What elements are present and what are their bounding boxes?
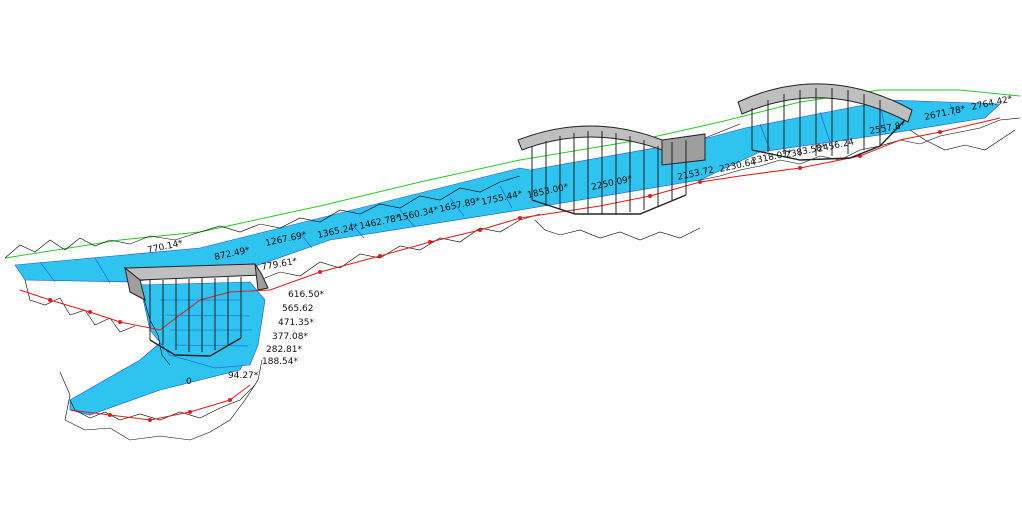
- river-3d-plot: 616.50* 565.62 471.35* 377.08* 282.81* 188.54…: [4, 83, 1021, 441]
- station-label: 616.50*: [288, 290, 324, 300]
- station-label: 377.08*: [272, 332, 308, 342]
- station-label: 94.27*: [228, 371, 259, 381]
- water-surface: [14, 99, 1001, 283]
- station-label: 0: [186, 377, 192, 387]
- river-model-view: 616.50* 565.62 471.35* 377.08* 282.81* 188.54…: [0, 0, 1022, 511]
- station-label: 282.81*: [266, 345, 302, 355]
- station-label: 471.35*: [278, 318, 314, 328]
- station-label: 188.54*: [262, 357, 298, 367]
- station-label: 565.62: [282, 304, 314, 314]
- station-labels: 616.50* 565.62 471.35* 377.08* 282.81* 188.54…: [147, 94, 1014, 387]
